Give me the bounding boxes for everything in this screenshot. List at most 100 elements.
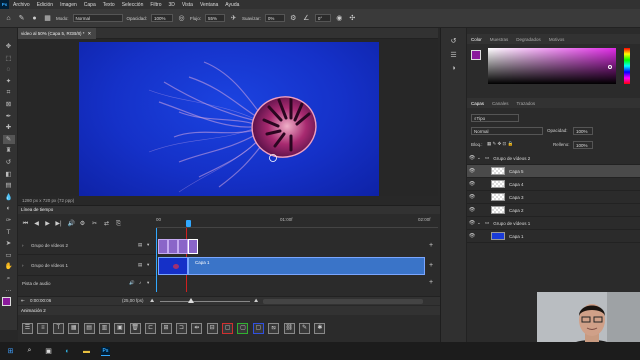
menu-archivo[interactable]: Archivo: [13, 2, 30, 8]
symmetry-icon[interactable]: ✣: [348, 14, 357, 23]
add-media-icon[interactable]: +: [429, 262, 433, 269]
blend-mode-select[interactable]: Normal: [471, 127, 543, 135]
document-tab[interactable]: video al 50% (Capa 5, RGB/8) * ✕: [18, 28, 96, 39]
tab-canales[interactable]: Canales: [492, 101, 509, 106]
audio-icon[interactable]: 🔊: [129, 280, 135, 286]
timeline-ruler[interactable]: 00 01:00f 02:00f: [156, 217, 438, 228]
healing-tool-icon[interactable]: ✚: [3, 123, 15, 132]
layer-row-selected[interactable]: 👁 Capa 5: [467, 165, 640, 178]
history-brush-tool-icon[interactable]: ↺: [3, 158, 15, 167]
menu-3d[interactable]: 3D: [169, 2, 175, 8]
layer-row[interactable]: 👁 Capa 1: [467, 230, 640, 243]
convert-icon[interactable]: ⇤: [21, 298, 25, 304]
photoshop-logo[interactable]: Ps: [0, 0, 9, 9]
green-channel-icon[interactable]: ▢: [237, 323, 249, 334]
align-center-icon[interactable]: ≡: [37, 323, 49, 334]
tab-capas[interactable]: Capas: [471, 101, 484, 106]
mask-icon[interactable]: ⧅: [268, 323, 280, 334]
menu-edicion[interactable]: Edición: [37, 2, 53, 8]
menu-imagen[interactable]: Imagen: [60, 2, 77, 8]
text-icon[interactable]: T: [52, 323, 64, 334]
adjustments-icon[interactable]: ◑: [449, 64, 458, 73]
fill-input[interactable]: 100%: [573, 141, 593, 149]
hand-tool-icon[interactable]: ✋: [3, 262, 15, 271]
film-icon[interactable]: ▤: [138, 262, 142, 268]
path-select-tool-icon[interactable]: ➤: [3, 239, 15, 248]
menu-texto[interactable]: Texto: [103, 2, 115, 8]
tab-degradados[interactable]: Degradados: [516, 37, 541, 42]
layer-group-row[interactable]: 👁 ⌄ ▭ Grupo de vídeos 2: [467, 152, 640, 165]
expand-icon[interactable]: ⌄: [477, 220, 485, 226]
layers-icon[interactable]: ▥: [98, 323, 110, 334]
timeline-scrollbar[interactable]: [263, 299, 423, 304]
stack-icon[interactable]: ▣: [114, 323, 126, 334]
layer-row[interactable]: 👁 Capa 2: [467, 204, 640, 217]
brush-preset-icon[interactable]: ●: [30, 14, 39, 23]
render-icon[interactable]: ⎘: [114, 220, 123, 229]
timeline-clip[interactable]: [178, 239, 188, 254]
dodge-tool-icon[interactable]: ◐: [3, 204, 15, 213]
zoom-tool-icon[interactable]: ⌕: [3, 274, 15, 283]
brush-tool-icon[interactable]: ✎: [2, 134, 15, 144]
music-note-icon[interactable]: ♪: [139, 280, 141, 285]
prev-frame-icon[interactable]: ◀: [32, 220, 41, 229]
color-picker-cursor[interactable]: [608, 65, 612, 69]
timecode[interactable]: 0:00:00:06: [30, 298, 51, 303]
history-icon[interactable]: ↺: [449, 36, 458, 45]
home-icon[interactable]: ⌂: [4, 14, 13, 23]
color-swatches[interactable]: [1, 297, 16, 311]
animation-tab[interactable]: Animación 2: [18, 306, 440, 315]
frame-prev-icon[interactable]: ⊏: [145, 323, 157, 334]
tab-motivos[interactable]: Motivos: [549, 37, 565, 42]
timeline-clip[interactable]: [168, 239, 178, 254]
delete-icon[interactable]: 🗑: [129, 323, 141, 334]
zoom-out-icon[interactable]: ⛰: [150, 298, 154, 304]
type-tool-icon[interactable]: T: [3, 228, 15, 237]
timeline-clip[interactable]: Capa 1: [188, 257, 425, 275]
airbrush-icon[interactable]: ✈: [229, 14, 238, 23]
photoshop-icon[interactable]: Ps: [101, 346, 110, 356]
shape-tool-icon[interactable]: ▭: [3, 251, 15, 260]
layer-row[interactable]: 👁 Capa 3: [467, 191, 640, 204]
brush-icon[interactable]: ✎: [17, 14, 26, 23]
move-tool-icon[interactable]: ✥: [3, 42, 15, 51]
flujo-input[interactable]: 55%: [205, 14, 226, 22]
timeline-clip-selected[interactable]: [188, 239, 198, 254]
quick-select-tool-icon[interactable]: ✦: [3, 77, 15, 86]
stamp-tool-icon[interactable]: ♜: [3, 146, 15, 155]
first-frame-icon[interactable]: ⏮: [21, 220, 30, 229]
crop-tool-icon[interactable]: ⌗: [3, 88, 15, 97]
add-media-icon[interactable]: +: [429, 242, 433, 249]
tab-color[interactable]: Color: [471, 37, 482, 42]
menu-ventana[interactable]: Ventana: [200, 2, 218, 8]
gradient-tool-icon[interactable]: ▤: [3, 181, 15, 190]
film-icon[interactable]: ▤: [83, 323, 95, 334]
windows-icon[interactable]: ⊞: [6, 347, 15, 356]
fit-icon[interactable]: ⊟: [206, 323, 218, 334]
eye-icon[interactable]: 👁: [467, 155, 477, 161]
pen-tool-icon[interactable]: ✑: [3, 216, 15, 225]
more-tools-icon[interactable]: …: [3, 285, 15, 294]
properties-icon[interactable]: ☰: [449, 50, 458, 59]
frame-next-icon[interactable]: ⊐: [175, 323, 187, 334]
next-frame-icon[interactable]: ▶|: [54, 220, 63, 229]
grid-icon[interactable]: ▦: [68, 323, 80, 334]
tab-trazados[interactable]: Trazados: [517, 101, 536, 106]
settings-icon[interactable]: ⚙: [78, 220, 87, 229]
film-icon[interactable]: ▤: [138, 242, 142, 248]
expand-icon[interactable]: ⌄: [477, 155, 485, 161]
eye-icon[interactable]: 👁: [467, 220, 477, 226]
eye-icon[interactable]: 👁: [467, 207, 477, 213]
foreground-color[interactable]: [1, 297, 11, 307]
fx-icon[interactable]: ✱: [314, 323, 326, 334]
add-media-icon[interactable]: +: [429, 279, 433, 286]
smoothing-settings-icon[interactable]: ⚙: [289, 14, 298, 23]
opacity-input[interactable]: 100%: [573, 127, 593, 135]
brush-settings-icon[interactable]: ▦: [43, 14, 52, 23]
menu-filtro[interactable]: Filtro: [150, 2, 161, 8]
eye-icon[interactable]: 👁: [467, 194, 477, 200]
expand-icon[interactable]: ›: [22, 243, 24, 248]
eye-icon[interactable]: 👁: [467, 233, 477, 239]
close-icon[interactable]: ✕: [88, 31, 92, 37]
document-canvas[interactable]: [79, 42, 379, 196]
